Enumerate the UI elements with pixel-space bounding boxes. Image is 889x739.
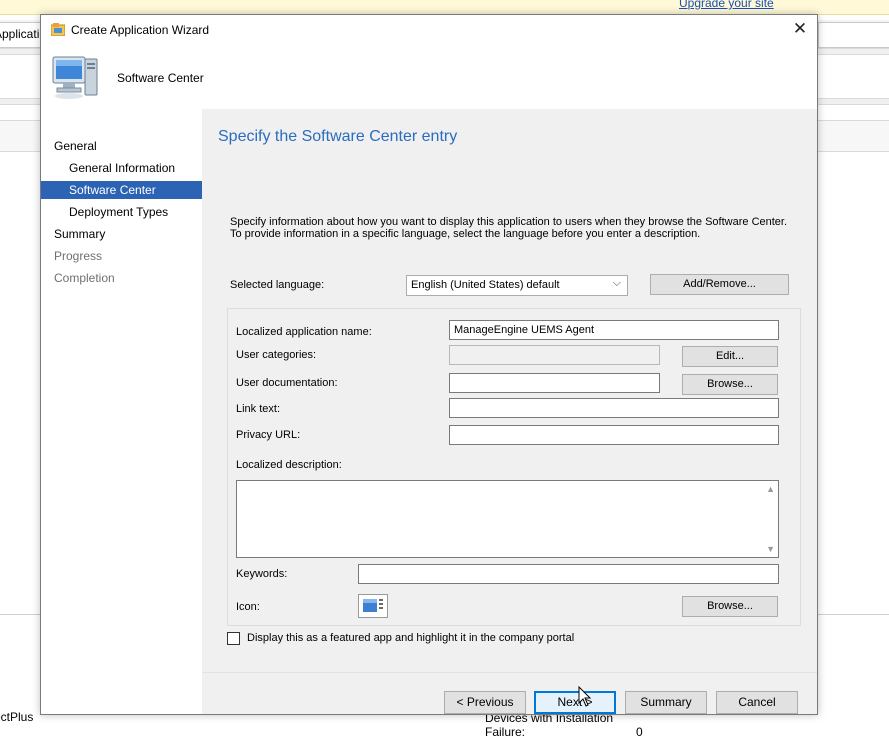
page-description: Specify information about how you want t… bbox=[230, 216, 788, 240]
language-select-value: English (United States) default bbox=[411, 279, 560, 291]
localized-name-field[interactable]: ManageEngine UEMS Agent bbox=[449, 320, 779, 340]
background-divider bbox=[0, 614, 40, 615]
featured-app-checkbox[interactable] bbox=[227, 632, 240, 645]
next-button[interactable]: Next > bbox=[534, 691, 616, 714]
language-select[interactable]: English (United States) default ⌵ bbox=[406, 275, 628, 296]
nav-item-deployment-types[interactable]: Deployment Types bbox=[41, 203, 202, 221]
header-title: Software Center bbox=[117, 71, 204, 85]
link-text-field[interactable] bbox=[449, 398, 779, 418]
privacy-url-label: Privacy URL: bbox=[236, 429, 301, 441]
link-text-label: Link text: bbox=[236, 403, 281, 415]
user-documentation-field[interactable] bbox=[449, 373, 660, 393]
computer-icon bbox=[52, 56, 98, 99]
selected-language-label: Selected language: bbox=[230, 279, 325, 291]
nav-item-summary[interactable]: Summary bbox=[41, 225, 202, 243]
keywords-field[interactable] bbox=[358, 564, 779, 584]
privacy-url-field[interactable] bbox=[449, 425, 779, 445]
nav-item-progress: Progress bbox=[54, 249, 103, 263]
localized-description-label: Localized description: bbox=[236, 459, 342, 471]
localized-description-textarea[interactable]: ▲ ▼ bbox=[236, 480, 779, 558]
browse-icon-button[interactable]: Browse... bbox=[682, 596, 778, 617]
wizard-app-icon bbox=[51, 23, 65, 36]
nav-item-software-center[interactable]: Software Center bbox=[41, 181, 202, 199]
keywords-label: Keywords: bbox=[236, 568, 288, 580]
add-remove-button[interactable]: Add/Remove... bbox=[650, 274, 789, 295]
scroll-down-arrow[interactable]: ▼ bbox=[766, 544, 775, 554]
background-divider bbox=[818, 614, 889, 615]
featured-app-checkbox-label: Display this as a featured app and highl… bbox=[247, 632, 575, 644]
nav-item-general-information[interactable]: General Information bbox=[41, 159, 202, 177]
localized-name-label: Localized application name: bbox=[236, 326, 372, 338]
cancel-button[interactable]: Cancel bbox=[716, 691, 798, 714]
nav-item-general[interactable]: General bbox=[41, 137, 202, 155]
create-application-wizard-dialog: Create Application Wizard ✕ Software Cen… bbox=[40, 14, 818, 715]
title-bar[interactable]: Create Application Wizard ✕ bbox=[41, 15, 817, 45]
dialog-title: Create Application Wizard bbox=[71, 23, 210, 37]
mouse-pointer-icon bbox=[578, 686, 592, 707]
icon-label: Icon: bbox=[236, 601, 260, 613]
user-categories-field bbox=[449, 345, 660, 365]
background-text: ectPlus bbox=[0, 710, 34, 724]
failure-label: Failure: bbox=[485, 725, 526, 739]
footer-divider bbox=[202, 672, 817, 673]
browse-documentation-button[interactable]: Browse... bbox=[682, 374, 778, 395]
app-icon-preview-image bbox=[363, 599, 383, 612]
scroll-up-arrow[interactable]: ▲ bbox=[766, 484, 775, 494]
page-title: Specify the Software Center entry bbox=[218, 128, 458, 145]
previous-button[interactable]: < Previous bbox=[444, 691, 526, 714]
user-documentation-label: User documentation: bbox=[236, 377, 338, 389]
close-icon[interactable]: ✕ bbox=[789, 18, 811, 40]
nav-item-completion: Completion bbox=[54, 271, 115, 285]
edit-categories-button[interactable]: Edit... bbox=[682, 346, 778, 367]
failure-value: 0 bbox=[636, 725, 643, 739]
background-tab-right[interactable] bbox=[818, 22, 889, 48]
wizard-navigation: General General Information Software Cen… bbox=[41, 109, 202, 714]
wizard-header: Software Center bbox=[41, 45, 817, 109]
user-categories-label: User categories: bbox=[236, 349, 317, 361]
wizard-content: Specify the Software Center entry Specif… bbox=[202, 109, 817, 714]
background-tab-label: Applicatio bbox=[0, 27, 40, 41]
background-tab[interactable]: Applicatio bbox=[0, 22, 41, 48]
chevron-down-icon: ⌵ bbox=[612, 277, 621, 289]
upgrade-link[interactable]: Upgrade your site bbox=[679, 0, 774, 10]
app-icon-preview[interactable] bbox=[358, 594, 388, 618]
summary-button[interactable]: Summary bbox=[625, 691, 707, 714]
